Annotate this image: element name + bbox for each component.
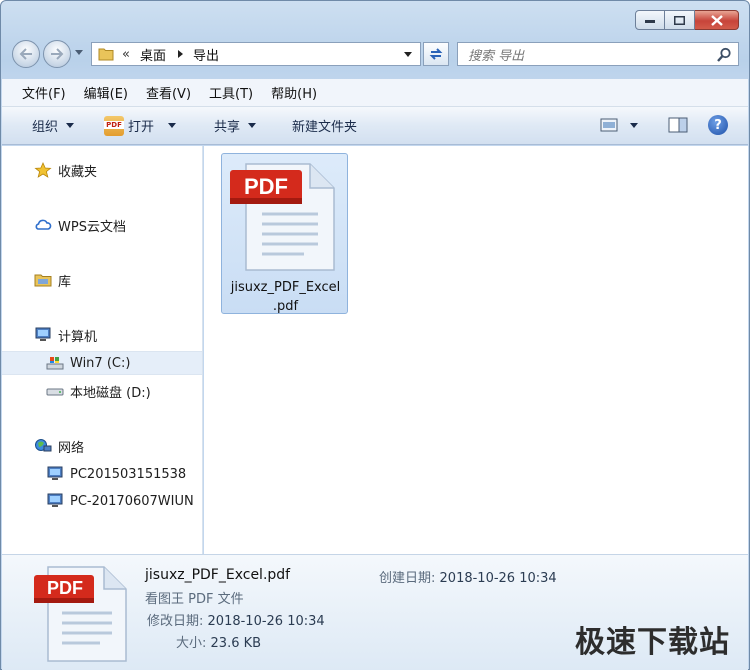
new-folder-label: 新建文件夹 xyxy=(292,120,358,135)
refresh-icon xyxy=(429,48,443,60)
address-dropdown-icon[interactable] xyxy=(404,52,412,57)
address-overflow-chevron[interactable]: « xyxy=(122,47,130,62)
computer-icon xyxy=(47,493,63,507)
menu-tools[interactable]: 工具(T) xyxy=(209,83,253,102)
nav-pc-2-label: PC-20170607WIUN xyxy=(70,493,194,509)
system-drive-icon xyxy=(46,357,64,370)
nav-pc-1-label: PC201503151538 xyxy=(70,466,187,482)
menu-edit[interactable]: 编辑(E) xyxy=(84,83,128,102)
command-bar: 组织 打开 共享 新建文件夹 ? xyxy=(2,107,748,145)
organize-label: 组织 xyxy=(32,120,59,135)
nav-pc-2[interactable]: PC-20170607WIUN xyxy=(2,489,202,513)
menu-bar: 文件(F) 编辑(E) 查看(V) 工具(T) 帮助(H) xyxy=(2,79,748,107)
file-name-line-1: jisuxz_PDF_Excel xyxy=(230,280,341,295)
menu-view[interactable]: 查看(V) xyxy=(146,83,191,102)
pdf-app-icon xyxy=(104,115,125,136)
close-icon xyxy=(710,14,723,26)
navigation-pane: 收藏夹 WPS云文档 库 计算机 Win7 (C:) 本地磁盘 (D:) 网络 xyxy=(2,146,203,554)
caption-buttons xyxy=(635,10,739,30)
nav-wps-cloud-label: WPS云文档 xyxy=(58,219,126,235)
chevron-down-icon xyxy=(248,123,257,128)
view-dropdown-icon[interactable] xyxy=(630,122,638,128)
modified-label: 修改日期: xyxy=(147,614,204,629)
menu-file[interactable]: 文件(F) xyxy=(22,83,66,102)
nav-computer[interactable]: 计算机 xyxy=(2,323,202,347)
address-bar[interactable]: « 桌面 导出 xyxy=(91,42,421,66)
nav-favorites[interactable]: 收藏夹 xyxy=(2,158,202,182)
view-controls: ? xyxy=(600,115,728,135)
maximize-icon xyxy=(674,15,685,25)
network-icon xyxy=(35,439,52,452)
share-label: 共享 xyxy=(214,120,241,135)
size-label: 大小: xyxy=(176,636,207,651)
minimize-button[interactable] xyxy=(635,10,665,30)
star-icon xyxy=(34,162,52,178)
details-pdf-badge: PDF xyxy=(47,578,83,598)
nav-pc-1[interactable]: PC201503151538 xyxy=(2,462,202,486)
nav-drive-d-label: 本地磁盘 (D:) xyxy=(70,385,151,401)
new-folder-button[interactable]: 新建文件夹 xyxy=(292,116,357,135)
refresh-button[interactable] xyxy=(423,42,449,66)
close-button[interactable] xyxy=(695,10,739,30)
address-row: « 桌面 导出 搜索 导出 xyxy=(9,39,739,69)
chevron-down-icon xyxy=(66,123,75,128)
nav-library-label: 库 xyxy=(58,274,72,290)
search-input[interactable]: 搜索 导出 xyxy=(457,42,739,66)
back-button[interactable] xyxy=(12,40,40,68)
folder-icon xyxy=(98,48,114,61)
modified-value: 2018-10-26 10:34 xyxy=(207,614,325,629)
nav-drive-c[interactable]: Win7 (C:) xyxy=(2,351,202,375)
created-value: 2018-10-26 10:34 xyxy=(439,571,557,586)
nav-network[interactable]: 网络 xyxy=(2,434,202,458)
nav-favorites-label: 收藏夹 xyxy=(58,164,98,180)
details-created: 创建日期: 2018-10-26 10:34 xyxy=(379,567,557,586)
computer-icon xyxy=(35,327,51,341)
recent-pages-dropdown[interactable] xyxy=(75,50,83,55)
nav-drive-d[interactable]: 本地磁盘 (D:) xyxy=(2,379,202,403)
arrow-right-icon xyxy=(51,48,64,60)
size-value: 23.6 KB xyxy=(210,636,262,651)
nav-wps-cloud[interactable]: WPS云文档 xyxy=(2,213,202,237)
share-button[interactable]: 共享 xyxy=(214,116,257,135)
breadcrumb-export[interactable]: 导出 xyxy=(193,45,219,64)
organize-button[interactable]: 组织 xyxy=(32,116,75,135)
open-button[interactable]: 打开 xyxy=(104,115,177,136)
chevron-down-icon xyxy=(168,123,177,128)
help-button[interactable]: ? xyxy=(708,115,728,135)
file-item-pdf[interactable]: PDF jisuxz_PDF_Excel .pdf xyxy=(221,153,348,314)
details-file-name: jisuxz_PDF_Excel.pdf xyxy=(145,567,291,583)
nav-computer-label: 计算机 xyxy=(58,329,98,345)
view-mode-icon[interactable] xyxy=(600,118,618,132)
details-file-type: 看图王 PDF 文件 xyxy=(145,592,244,607)
file-name: jisuxz_PDF_Excel .pdf xyxy=(222,278,349,316)
search-placeholder: 搜索 导出 xyxy=(468,48,525,64)
preview-pane-icon[interactable] xyxy=(668,117,688,133)
details-size: 大小: 23.6 KB xyxy=(176,632,261,651)
nav-library[interactable]: 库 xyxy=(2,268,202,292)
open-label: 打开 xyxy=(128,120,155,135)
nav-network-label: 网络 xyxy=(58,440,85,456)
forward-button[interactable] xyxy=(43,40,71,68)
details-pane: PDF jisuxz_PDF_Excel.pdf 看图王 PDF 文件 修改日期… xyxy=(2,554,748,670)
breadcrumb-desktop[interactable]: 桌面 xyxy=(140,45,166,64)
created-label: 创建日期: xyxy=(379,571,436,586)
nav-drive-c-label: Win7 (C:) xyxy=(70,355,131,371)
breadcrumb-separator-icon[interactable] xyxy=(177,50,183,58)
library-icon xyxy=(34,274,52,287)
file-list: PDF jisuxz_PDF_Excel .pdf xyxy=(204,146,748,554)
pdf-badge: PDF xyxy=(244,174,288,199)
menu-help[interactable]: 帮助(H) xyxy=(271,83,317,102)
details-modified: 修改日期: 2018-10-26 10:34 xyxy=(147,610,325,629)
explorer-window: « 桌面 导出 搜索 导出 文件(F) 编辑(E) 查看(V) 工具(T) 帮助… xyxy=(0,0,750,670)
watermark-text: 极速下载站 xyxy=(575,625,730,660)
search-icon[interactable] xyxy=(716,47,732,63)
file-name-line-2: .pdf xyxy=(272,299,299,314)
arrow-left-icon xyxy=(19,48,32,60)
hard-drive-icon xyxy=(46,388,64,396)
maximize-button[interactable] xyxy=(665,10,695,30)
cloud-icon xyxy=(35,219,52,230)
minimize-icon xyxy=(645,20,655,23)
computer-icon xyxy=(47,466,63,480)
